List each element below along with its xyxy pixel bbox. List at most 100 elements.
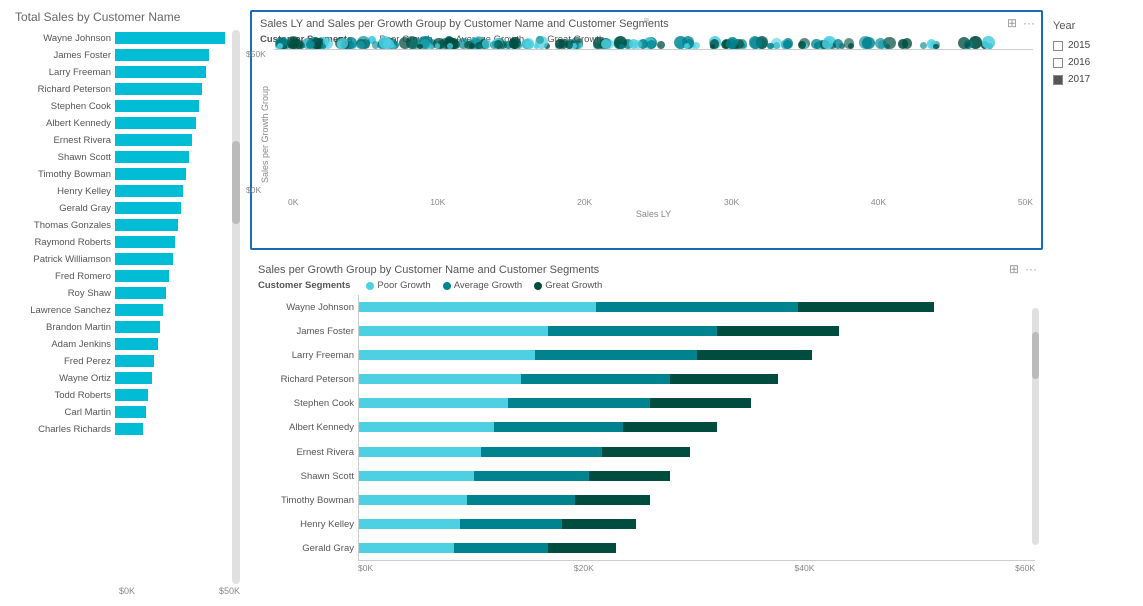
drag-handle[interactable]: ≡ <box>644 16 650 27</box>
bar-fill <box>115 236 175 248</box>
bar-fill <box>115 100 199 112</box>
bar-track <box>115 287 230 299</box>
hbar-segment <box>717 326 839 336</box>
hbar-scrollbar[interactable] <box>1032 308 1039 545</box>
hbar-segment <box>359 543 454 553</box>
scatter-dot <box>710 44 715 49</box>
scatter-dot <box>306 40 315 49</box>
bar-fill <box>115 168 186 180</box>
more-icon[interactable]: ··· <box>1023 16 1035 30</box>
bar-fill <box>115 83 202 95</box>
year-checkbox[interactable] <box>1053 58 1063 68</box>
bar-row: Gerald Gray <box>10 200 230 216</box>
bar-label: Brandon Martin <box>10 322 115 333</box>
hbar-great-dot <box>534 282 542 290</box>
year-item[interactable]: 2017 <box>1053 74 1133 85</box>
bar-fill <box>115 185 183 197</box>
scatter-dot <box>898 39 908 49</box>
year-checkbox[interactable] <box>1053 75 1063 85</box>
year-item[interactable]: 2015 <box>1053 40 1133 51</box>
bar-fill <box>115 32 225 44</box>
hbar-segment <box>508 398 650 408</box>
hbar-segment <box>467 495 575 505</box>
bar-fill <box>115 372 152 384</box>
bar-row: Larry Freeman <box>10 64 230 80</box>
hbar-chart-icons: ⊞ ··· <box>1009 262 1037 276</box>
scatter-area: Sales per Growth Group $50K $0K 0K10 <box>260 49 1033 219</box>
scatter-dot <box>767 43 773 49</box>
hbar-segment <box>798 302 933 312</box>
bar-track <box>115 134 230 146</box>
bar-row: Fred Perez <box>10 353 230 369</box>
left-scrollbar[interactable] <box>232 30 240 584</box>
scatter-dot <box>848 43 854 49</box>
hbar-avg-label: Average Growth <box>454 280 522 291</box>
scatter-dot <box>750 37 762 49</box>
hbar-poor-label: Poor Growth <box>377 280 430 291</box>
hbar-segment <box>602 447 690 457</box>
bar-track <box>115 202 230 214</box>
bar-label: Fred Romero <box>10 271 115 282</box>
bar-fill <box>115 202 181 214</box>
hbar-label: James Foster <box>258 326 358 337</box>
bar-row: Adam Jenkins <box>10 336 230 352</box>
hbar-more-icon[interactable]: ··· <box>1025 262 1037 276</box>
page: Total Sales by Customer Name Wayne Johns… <box>0 0 1143 606</box>
bar-track <box>115 338 230 350</box>
scatter-dot <box>321 44 326 49</box>
bar-track <box>115 117 230 129</box>
bar-label: Henry Kelley <box>10 186 115 197</box>
scatter-dot <box>535 36 548 49</box>
bar-fill <box>115 270 169 282</box>
bar-row: Todd Roberts <box>10 387 230 403</box>
year-item[interactable]: 2016 <box>1053 57 1133 68</box>
bar-track <box>115 304 230 316</box>
bar-label: Albert Kennedy <box>10 118 115 129</box>
hbar-segment <box>548 543 616 553</box>
bar-row: Wayne Johnson <box>10 30 230 46</box>
hbar-label: Gerald Gray <box>258 543 358 554</box>
bar-track <box>115 355 230 367</box>
year-checkbox[interactable] <box>1053 41 1063 51</box>
bar-fill <box>115 287 166 299</box>
bar-label: Stephen Cook <box>10 101 115 112</box>
scatter-dot <box>525 40 534 49</box>
scatter-dot <box>379 36 392 49</box>
bar-label: Shawn Scott <box>10 152 115 163</box>
hbar-segment <box>359 447 481 457</box>
hbar-great-label: Great Growth <box>545 280 602 291</box>
hbar-expand-icon[interactable]: ⊞ <box>1009 262 1019 276</box>
hbar-legend-great: Great Growth <box>534 280 602 291</box>
hbar-label: Shawn Scott <box>258 471 358 482</box>
hbar-bar-row <box>359 493 1035 507</box>
left-panel: Total Sales by Customer Name Wayne Johns… <box>10 10 240 596</box>
hbar-label: Richard Peterson <box>258 374 358 385</box>
x-axis-label: Sales LY <box>274 209 1033 219</box>
bar-track <box>115 83 230 95</box>
bar-fill <box>115 253 173 265</box>
hbar-label: Ernest Rivera <box>258 447 358 458</box>
expand-icon[interactable]: ⊞ <box>1007 16 1017 30</box>
hbar-scrollbar-thumb[interactable] <box>1032 332 1039 379</box>
bar-label: Richard Peterson <box>10 84 115 95</box>
bar-row: Charles Richards <box>10 421 230 437</box>
hbar-segment <box>697 350 812 360</box>
hbar-legend-header: Customer Segments <box>258 280 350 291</box>
hbar-segment <box>596 302 799 312</box>
left-scrollbar-thumb[interactable] <box>232 141 240 224</box>
scatter-dot <box>417 44 422 49</box>
x-tick-50: $50K <box>219 586 240 596</box>
hbar-x-ticks: $0K$20K$40K$60K <box>258 563 1035 573</box>
scatter-dot <box>726 39 736 49</box>
hbar-legend-poor: Poor Growth <box>366 280 430 291</box>
hbar-bar-row <box>359 348 1035 362</box>
scatter-dot <box>435 43 441 49</box>
bar-label: Charles Richards <box>10 424 115 435</box>
hbar-segment <box>474 471 589 481</box>
hbar-bar-row <box>359 445 1035 459</box>
bar-fill <box>115 66 206 78</box>
hbar-title: Sales per Growth Group by Customer Name … <box>258 264 1035 276</box>
scatter-dot <box>447 43 453 49</box>
hbar-bar-row <box>359 517 1035 531</box>
bar-label: Gerald Gray <box>10 203 115 214</box>
